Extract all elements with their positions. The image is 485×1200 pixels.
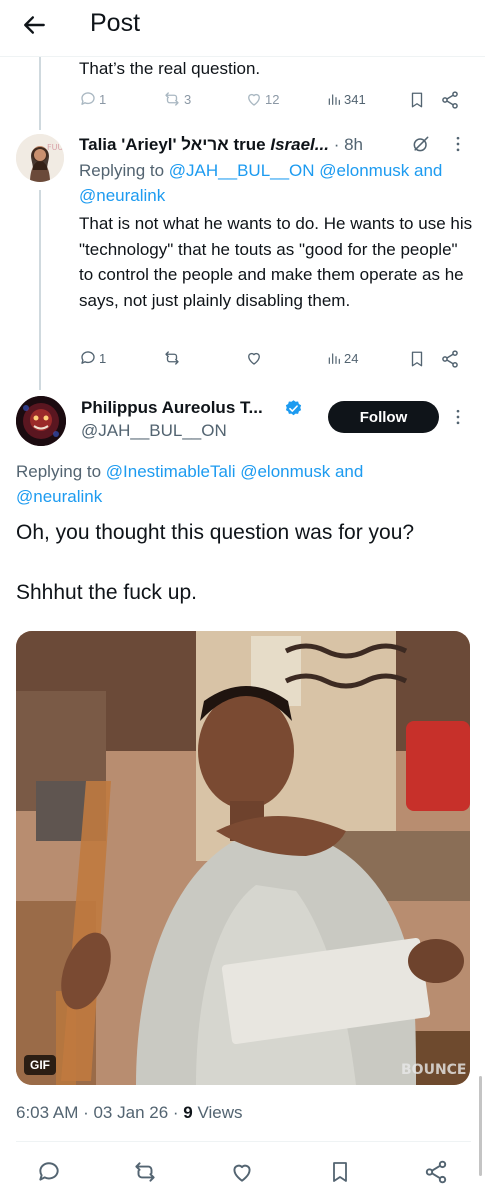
views-label: Views	[197, 1103, 243, 1122]
main-tweet-line-1: Oh, you thought this question was for yo…	[16, 521, 415, 544]
share-icon[interactable]	[440, 90, 460, 110]
like-icon[interactable]	[229, 1159, 255, 1185]
previous-tweet-text: That’s the real question.	[79, 59, 261, 78]
retweet-button[interactable]	[162, 349, 184, 367]
scrollbar-thumb[interactable]	[479, 1076, 482, 1176]
reply-icon	[81, 92, 95, 105]
like-icon	[248, 93, 260, 106]
like-icon	[248, 352, 260, 365]
retweet-button[interactable]: 3	[162, 90, 191, 108]
reply-icon[interactable]	[36, 1159, 62, 1185]
reply-icon	[81, 351, 95, 364]
avatar-image: FUU	[16, 134, 64, 182]
like-button[interactable]	[245, 349, 265, 367]
retweet-icon[interactable]	[131, 1159, 159, 1185]
views-count: 24	[344, 350, 359, 366]
share-icon[interactable]	[440, 349, 460, 369]
svg-text:FUU: FUU	[47, 143, 63, 152]
post-timestamp[interactable]: 6:03 AM · 03 Jan 26 · 9 Views	[16, 1103, 243, 1123]
views-icon	[328, 353, 340, 364]
bookmark-icon[interactable]	[408, 349, 426, 369]
replying-mentions-2[interactable]: @neuralink	[79, 186, 165, 205]
gif-image: BOUNCE	[16, 631, 470, 1085]
previous-tweet-actions: 1 3 12 341	[79, 90, 469, 112]
reply-button[interactable]: 1	[79, 90, 106, 108]
follow-button[interactable]: Follow	[328, 401, 439, 433]
views-button[interactable]: 341	[326, 90, 366, 108]
display-name-suffix[interactable]: Israel...	[270, 135, 329, 154]
share-icon[interactable]	[423, 1159, 449, 1185]
bookmark-icon[interactable]	[328, 1159, 352, 1185]
more-icon[interactable]	[448, 407, 468, 427]
like-count: 12	[265, 91, 280, 107]
like-button[interactable]: 12	[245, 90, 279, 108]
views-count: 341	[344, 91, 366, 107]
page-title: Post	[90, 9, 141, 37]
avatar[interactable]: FUU	[16, 134, 64, 182]
reply-count: 1	[99, 350, 107, 366]
gif-badge: GIF	[24, 1055, 56, 1075]
thread-line	[39, 57, 41, 130]
gif-media[interactable]: BOUNCE GIF	[16, 631, 470, 1085]
avatar-image	[16, 396, 66, 446]
verified-icon	[285, 400, 302, 416]
replying-to: Replying to @JAH__BUL__ON @elonmusk and …	[79, 158, 474, 208]
replying-prefix: Replying to	[16, 462, 102, 481]
retweet-icon	[165, 92, 179, 106]
timestamp-text: 6:03 AM · 03 Jan 26 ·	[16, 1103, 179, 1122]
replying-mentions[interactable]: @JAH__BUL__ON @elonmusk and	[169, 161, 443, 180]
views-count: 9	[183, 1103, 193, 1122]
thread-line	[39, 190, 41, 390]
divider	[16, 1141, 471, 1142]
top-bar: Post	[0, 0, 485, 50]
reply-tweet-text: That is not what he wants to do. He want…	[79, 214, 473, 310]
bookmark-icon[interactable]	[408, 90, 426, 110]
reply-count: 1	[99, 91, 107, 107]
reply-author-line: Talia 'Arieyl' אריאל true Israel... · 8h	[79, 134, 363, 156]
retweet-icon	[165, 351, 179, 365]
replying-prefix: Replying to	[79, 161, 165, 180]
grok-icon[interactable]	[410, 134, 432, 154]
retweet-count: 3	[184, 91, 192, 107]
views-icon	[328, 94, 340, 105]
post-time[interactable]: · 8h	[334, 135, 363, 154]
more-icon[interactable]	[448, 134, 468, 154]
views-button[interactable]: 24	[326, 349, 358, 367]
reply-tweet-actions: 1 24	[79, 349, 469, 371]
display-name[interactable]: Philippus Aureolus T...	[81, 398, 263, 418]
replying-to: Replying to @InestimableTali @elonmusk a…	[16, 459, 471, 509]
handle[interactable]: @JAH__BUL__ON	[81, 421, 227, 441]
main-tweet-line-2: Shhhut the fuck up.	[16, 581, 197, 604]
back-arrow-icon[interactable]	[22, 12, 48, 38]
display-name[interactable]: Talia 'Arieyl' אריאל true	[79, 135, 266, 154]
watermark: BOUNCE	[401, 1062, 467, 1078]
reply-button[interactable]: 1	[79, 349, 106, 367]
avatar[interactable]	[16, 396, 66, 446]
replying-mentions[interactable]: @InestimableTali @elonmusk and	[106, 462, 364, 481]
replying-mentions-2[interactable]: @neuralink	[16, 487, 102, 506]
main-tweet-actions	[0, 1155, 485, 1191]
